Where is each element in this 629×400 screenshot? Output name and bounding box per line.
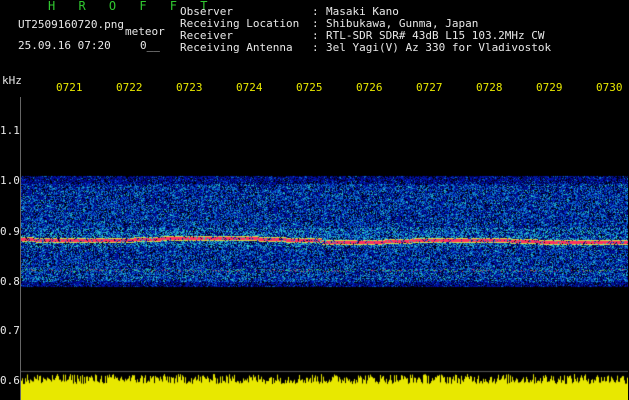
time-label: 0729: [536, 81, 563, 94]
time-label: 0727: [416, 81, 443, 94]
receiver-separator: :: [312, 29, 319, 42]
tick-label: 0.8: [0, 275, 20, 288]
time-label: 0725: [296, 81, 323, 94]
tick-label: 0.6: [0, 374, 20, 387]
observer-value: Masaki Kano: [326, 5, 399, 18]
location-separator: :: [312, 17, 319, 30]
time-label: 0726: [356, 81, 383, 94]
antenna-label: Receiving Antenna: [180, 41, 293, 54]
meteor-count: 0__: [140, 39, 160, 52]
spectrogram: [21, 97, 628, 400]
time-label: 0722: [116, 81, 143, 94]
image-filename: UT2509160720.png: [18, 18, 124, 31]
time-label: 0724: [236, 81, 263, 94]
location-value: Shibukawa, Gunma, Japan: [326, 17, 479, 30]
location-label: Receiving Location: [180, 17, 300, 30]
antenna-value: 3el Yagi(V) Az 330 for Vladivostok: [326, 41, 552, 54]
tick-label: 0.7: [0, 324, 20, 337]
time-label: 0730: [596, 81, 623, 94]
antenna-separator: :: [312, 41, 319, 54]
time-label: 0721: [56, 81, 83, 94]
observation-datetime: 25.09.16 07:20: [18, 39, 111, 52]
tick-label: 0.9: [0, 225, 20, 238]
receiver-value: RTL-SDR SDR# 43dB L15 103.2MHz CW: [326, 29, 545, 42]
receiver-label: Receiver: [180, 29, 233, 42]
observer-label: Observer: [180, 5, 233, 18]
tick-label: 1.1: [0, 124, 20, 137]
time-label: 0728: [476, 81, 503, 94]
tick-label: 1.0: [0, 174, 20, 187]
meteor-tag: meteor: [125, 25, 165, 38]
observer-separator: :: [312, 5, 319, 18]
frequency-unit: kHz: [2, 74, 22, 87]
time-label: 0723: [176, 81, 203, 94]
